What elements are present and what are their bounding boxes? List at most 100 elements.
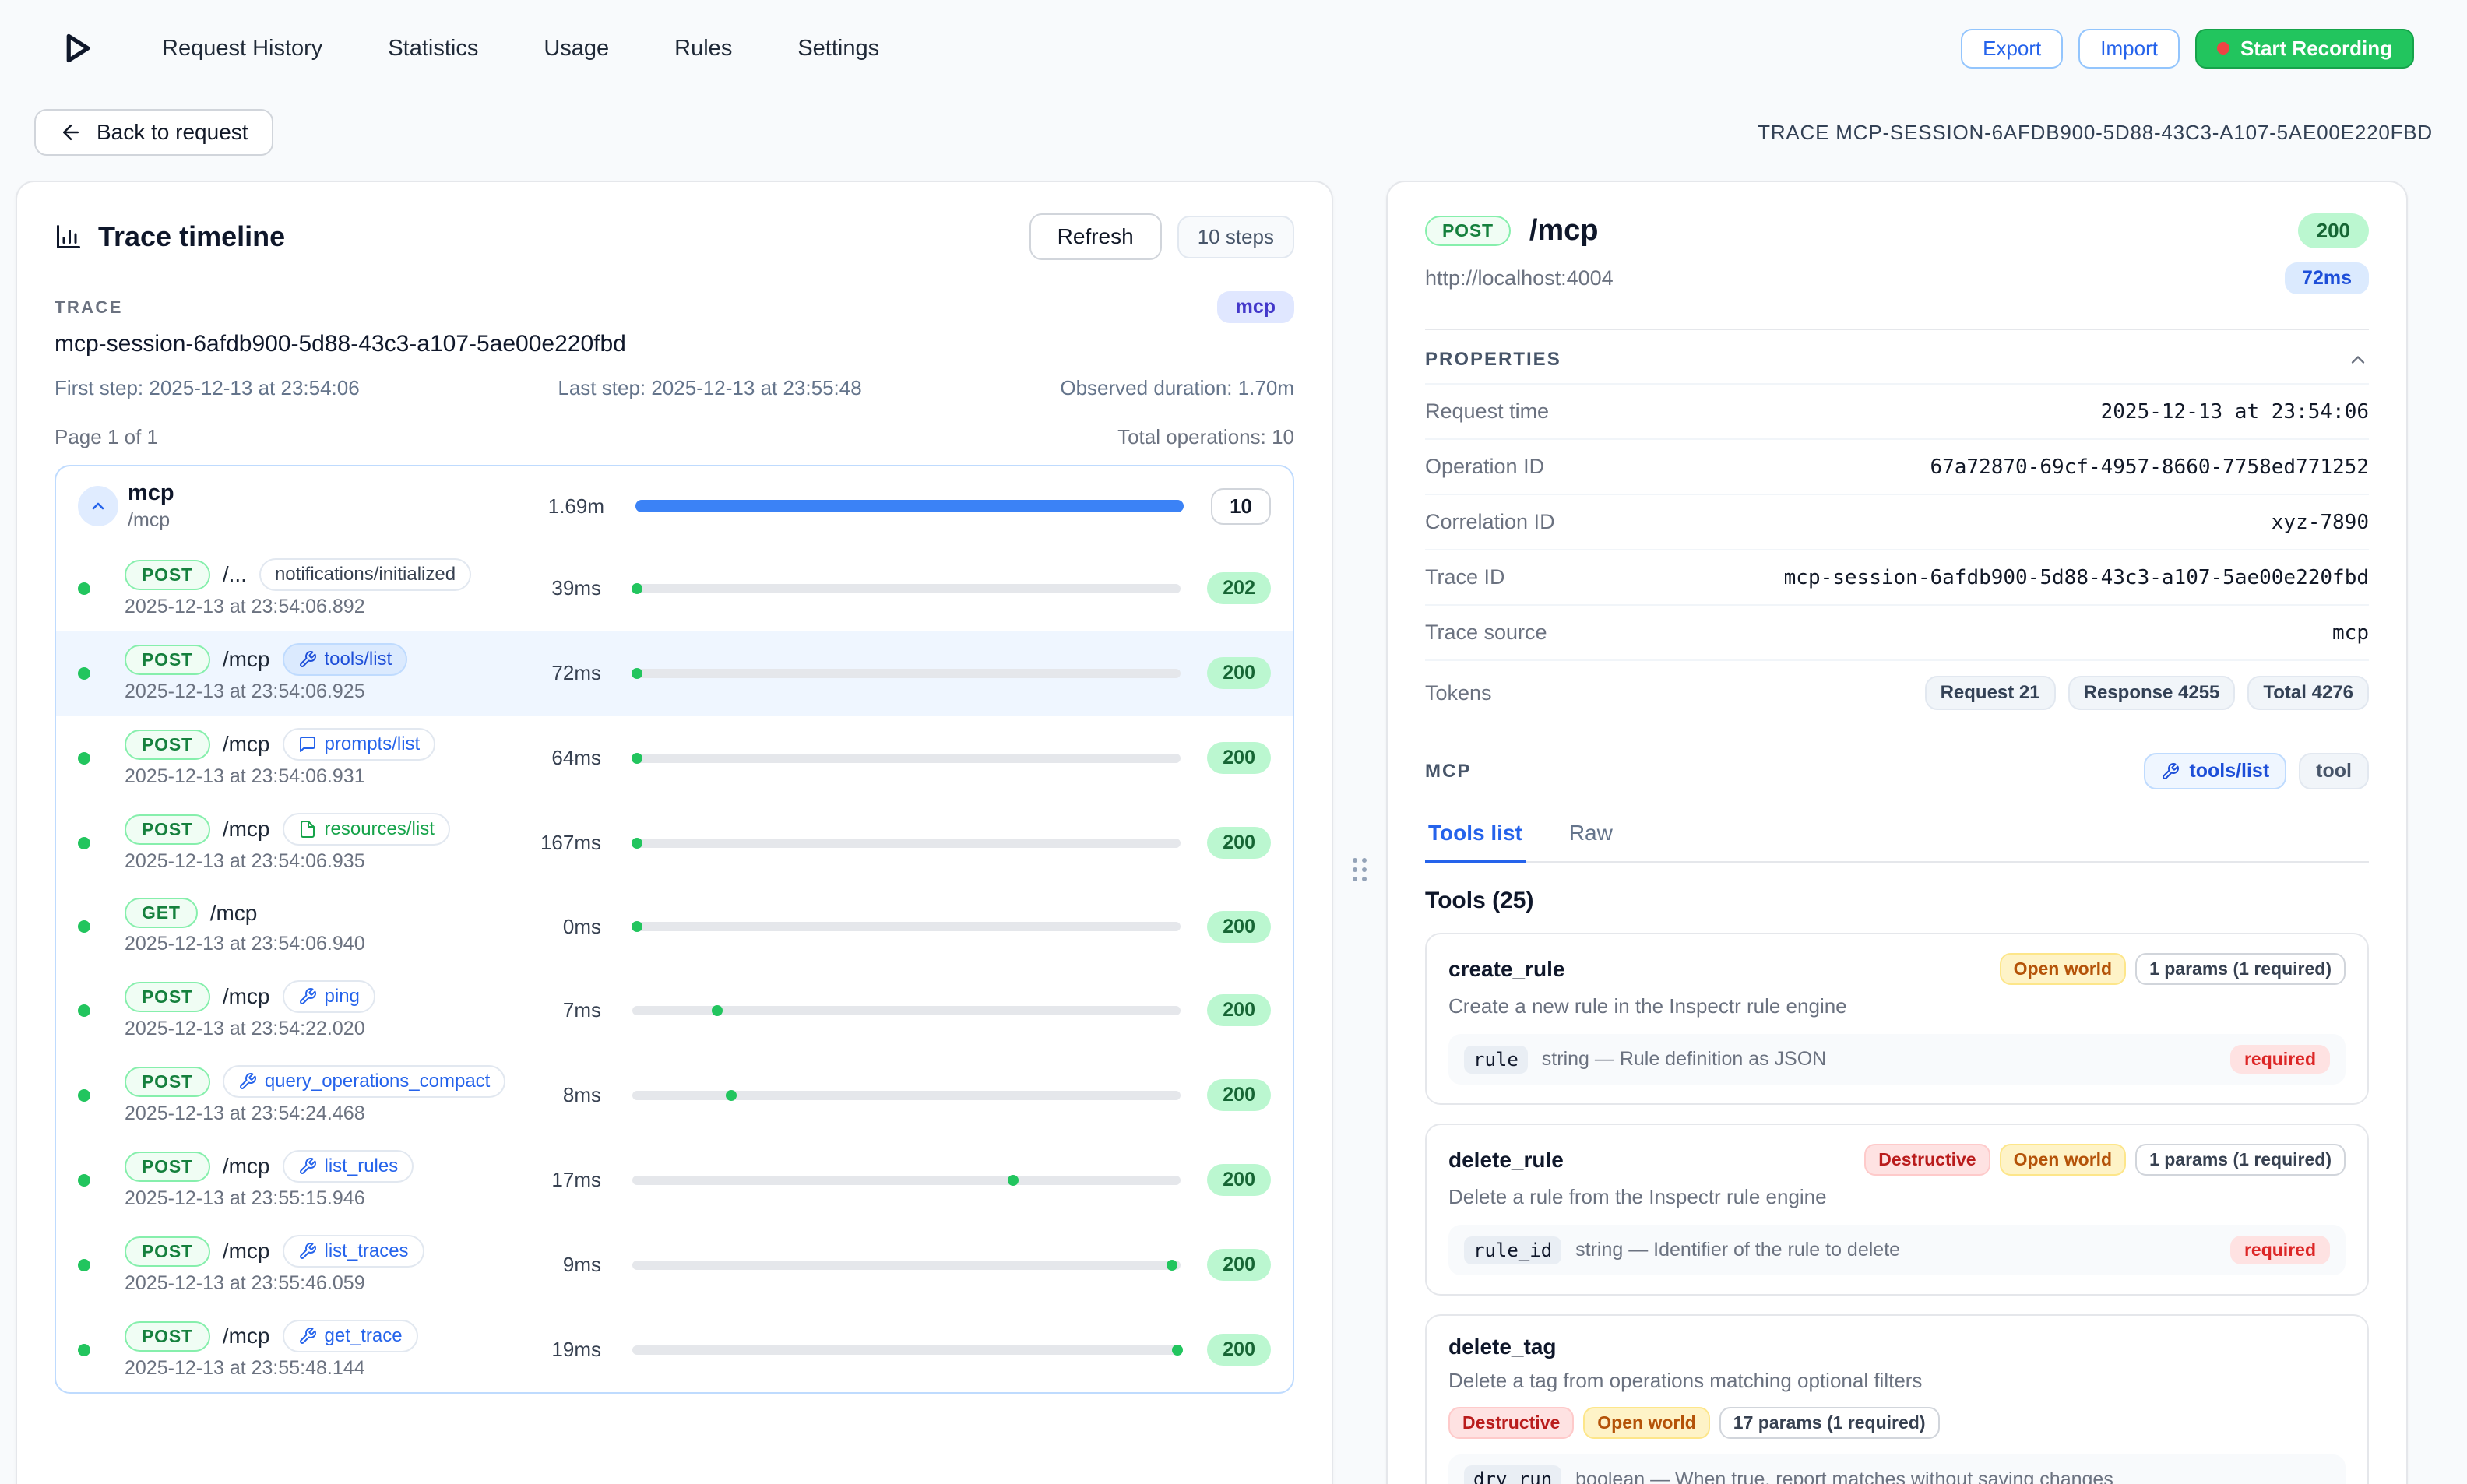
property-label: Operation ID [1425, 455, 1544, 479]
timeline-track [632, 1006, 1181, 1015]
status-code-badge: 200 [1207, 1079, 1271, 1111]
timeline-track [632, 754, 1181, 763]
operation-duration: 39ms [511, 576, 632, 600]
operation-timestamp: 2025-12-13 at 23:54:06.892 [125, 596, 511, 618]
operation-tag-badge: get_trace [283, 1320, 418, 1352]
nav-rules[interactable]: Rules [674, 36, 732, 62]
status-code-badge: 202 [1207, 572, 1271, 604]
main-nav: Request History Statistics Usage Rules S… [162, 36, 879, 62]
operation-tag-badge: prompts/list [283, 728, 436, 761]
status-dot-icon [78, 1174, 90, 1187]
status-code-badge: 200 [2298, 213, 2369, 248]
topnav-actions: Export Import Start Recording [1961, 29, 2414, 69]
timeline-row[interactable]: POST /mcp prompts/list 2025-12-13 at 23:… [56, 716, 1293, 800]
tool-card: delete_tag Delete a tag from operations … [1425, 1314, 2369, 1484]
required-badge: required [2230, 1236, 2330, 1264]
operation-header: POST /mcp 200 http://localhost:4004 72ms [1425, 213, 2369, 294]
panel-resize-handle[interactable] [1346, 850, 1373, 889]
tool-name-badge: tools/list [2144, 753, 2286, 789]
nav-usage[interactable]: Usage [544, 36, 609, 62]
tools-list: create_rule Open world1 params (1 requir… [1425, 933, 2369, 1484]
tool-param-row: dry_run boolean — When true, report matc… [1448, 1454, 2346, 1484]
property-label: Trace ID [1425, 565, 1505, 589]
tab-raw[interactable]: Raw [1566, 811, 1616, 861]
operation-path: /mcp [223, 732, 270, 757]
observed-duration-label: Observed duration: 1.70m [1060, 376, 1294, 400]
status-code-badge: 200 [1207, 1249, 1271, 1281]
total-operations-label: Total operations: 10 [1117, 425, 1294, 449]
operation-tag-badge: query_operations_compact [223, 1065, 506, 1098]
property-row: Correlation ID xyz-7890 [1425, 494, 2369, 549]
operation-duration: 167ms [511, 831, 632, 855]
operation-path: /... [223, 562, 247, 587]
collapse-properties-icon[interactable] [2347, 349, 2369, 371]
param-name: rule_id [1464, 1236, 1561, 1264]
tool-annotation-badge: Open world [2000, 953, 2127, 985]
timeline-row[interactable]: POST /mcp get_trace 2025-12-13 at 23:55:… [56, 1307, 1293, 1392]
timeline-marker-icon [1008, 1175, 1019, 1186]
nav-settings[interactable]: Settings [797, 36, 879, 62]
status-code-badge: 200 [1207, 827, 1271, 859]
panel-title: Trace timeline [98, 220, 285, 253]
operation-path: /mcp [210, 901, 258, 926]
timeline-row[interactable]: POST /mcp tools/list 2025-12-13 at 23:54… [56, 631, 1293, 716]
operation-duration: 72ms [511, 661, 632, 685]
group-path: /mcp [128, 509, 514, 532]
last-step-label: Last step: 2025-12-13 at 23:55:48 [558, 376, 861, 400]
tab-tools-list[interactable]: Tools list [1425, 811, 1526, 863]
tokens-total-badge: Total 4276 [2247, 676, 2369, 710]
subheader: Back to request TRACE MCP-SESSION-6AFDB9… [0, 97, 2467, 178]
first-step-label: First step: 2025-12-13 at 23:54:06 [55, 376, 360, 400]
operation-tag-badge: ping [283, 980, 375, 1013]
tool-annotation-badge: 17 params (1 required) [1719, 1407, 1940, 1439]
operation-timestamp: 2025-12-13 at 23:54:06.940 [125, 933, 511, 955]
status-dot-icon [78, 667, 90, 680]
param-description: string — Identifier of the rule to delet… [1575, 1239, 1900, 1261]
timeline-row[interactable]: POST /mcp resources/list 2025-12-13 at 2… [56, 800, 1293, 885]
method-badge: POST [125, 1152, 210, 1182]
property-label: Request time [1425, 399, 1549, 424]
back-to-request-button[interactable]: Back to request [34, 109, 273, 156]
trace-source-badge: mcp [1217, 291, 1294, 323]
start-recording-button[interactable]: Start Recording [2195, 29, 2414, 69]
timeline-row[interactable]: GET /mcp 2025-12-13 at 23:54:06.940 0ms … [56, 885, 1293, 968]
nav-request-history[interactable]: Request History [162, 36, 322, 62]
status-dot-icon [78, 752, 90, 765]
operation-tag-badge: list_rules [283, 1150, 414, 1183]
mcp-section: MCP tools/list tool [1425, 753, 2369, 789]
tool-annotation-badge: Destructive [1864, 1144, 1990, 1176]
refresh-button[interactable]: Refresh [1029, 213, 1162, 260]
nav-statistics[interactable]: Statistics [388, 36, 478, 62]
logo-icon[interactable] [53, 25, 100, 72]
property-label: Trace source [1425, 621, 1547, 645]
tool-card: create_rule Open world1 params (1 requir… [1425, 933, 2369, 1105]
collapse-chevron-icon[interactable] [78, 486, 118, 526]
timeline-row[interactable]: POST /mcp list_traces 2025-12-13 at 23:5… [56, 1222, 1293, 1307]
wrench-icon [298, 1157, 317, 1176]
operation-tag-badge: notifications/initialized [259, 558, 471, 591]
operation-duration: 8ms [511, 1083, 632, 1107]
group-timeline-bar [635, 500, 1184, 512]
timeline-row[interactable]: POST /mcp list_rules 2025-12-13 at 23:55… [56, 1138, 1293, 1222]
import-button[interactable]: Import [2078, 29, 2180, 69]
trace-group-header[interactable]: mcp /mcp 1.69m 10 [56, 466, 1293, 546]
wrench-icon [2161, 762, 2180, 781]
trace-meta-row: First step: 2025-12-13 at 23:54:06 Last … [55, 376, 1294, 400]
timeline-row[interactable]: POST /mcp ping 2025-12-13 at 23:54:22.02… [56, 968, 1293, 1053]
bar-chart-icon [55, 223, 83, 251]
main-content: Trace timeline Refresh 10 steps TRACE mc… [0, 178, 2467, 1484]
timeline-row[interactable]: POST query_operations_compact 2025-12-13… [56, 1053, 1293, 1138]
tool-annotation-badge: Open world [2000, 1144, 2127, 1176]
timeline-row[interactable]: POST /... notifications/initialized 2025… [56, 546, 1293, 631]
export-button[interactable]: Export [1961, 29, 2063, 69]
operation-duration: 0ms [511, 915, 632, 939]
properties-title: PROPERTIES [1425, 349, 1561, 371]
property-value: 67a72870-69cf-4957-8660-7758ed771252 [1930, 455, 2369, 479]
operation-tag-badge: tools/list [283, 643, 408, 676]
operation-url: http://localhost:4004 [1425, 266, 1614, 290]
record-dot-icon [2217, 42, 2229, 55]
operation-path: /mcp [223, 1154, 270, 1179]
property-value: mcp-session-6afdb900-5d88-43c3-a107-5ae0… [1784, 566, 2369, 589]
status-code-badge: 200 [1207, 1334, 1271, 1366]
operation-path: /mcp [1529, 214, 1599, 248]
